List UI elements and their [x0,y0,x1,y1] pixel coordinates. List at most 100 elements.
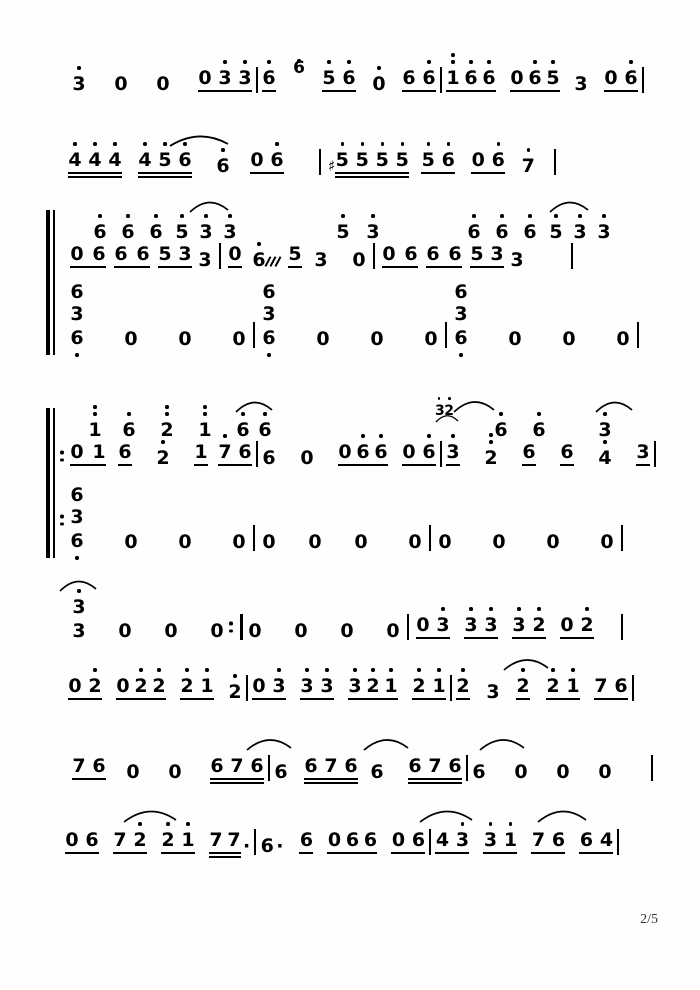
tremolo-icon [264,254,282,270]
rest: 0 [327,829,342,851]
beam-group: 6 [299,831,314,856]
note: 3 [464,607,478,635]
note: 4 [88,142,102,170]
sub-beam: 6 6 [356,434,388,466]
note: 5 [335,142,349,170]
note: 3 [218,60,232,88]
rest: 0 [232,328,246,350]
beam-group: 1 6 6 [446,53,496,94]
beam-group: 6 [118,443,132,468]
note: 6 [472,761,486,783]
note: 7 [72,755,86,777]
chord-stack: 6 3 6 [70,283,84,357]
bar-line [253,322,255,348]
rest: 0 [492,531,506,553]
note: 6 [363,829,378,851]
note: 3 [486,681,500,703]
beam-group: 2 1 [412,668,446,702]
note: 2 [180,668,194,696]
beam-group: 0 6 [402,434,436,468]
note: 6 [422,60,436,88]
bar-line [429,829,432,855]
beam-group: 3 1 [483,822,518,856]
note: 3 [198,249,212,271]
note: 2 [133,822,147,850]
bar-line [256,441,258,467]
beam-group: 5 3 [158,245,192,270]
rest: 0 [308,531,322,553]
sub-beam: 6 6 [464,60,496,92]
rest: 0 [382,243,396,265]
note: 7 [227,829,241,851]
note: 6 [85,829,99,851]
bar-line [254,829,257,855]
note: 6 [216,148,230,176]
beam-group: 7 2 [113,822,147,856]
bar-line [407,614,409,640]
note: 6 [441,142,455,170]
rest: 0 [316,328,330,350]
bar-line [445,322,447,348]
rest: 0 [294,620,308,642]
note: 1 [194,441,208,463]
note: 6 [210,755,224,777]
grace-note: 32 [435,397,454,418]
note: 1 [200,668,214,696]
note: 1 [92,441,106,463]
rest: 0 [408,531,422,553]
note: 2 [546,668,560,696]
rest: 0 [126,761,140,783]
rest: 0 [252,675,266,697]
system-bracket-repeat-start [46,408,60,558]
note: 5 [421,142,435,170]
note: 2 [484,433,498,468]
note: 6 [491,142,505,170]
bar-line [440,441,442,467]
rest: 0 [124,531,138,553]
note: 3 [484,607,498,635]
note: 4 [68,142,82,170]
rest: 0 [508,328,522,350]
note: 3 [314,249,328,271]
beam-group: 1 [194,443,208,468]
beam-group: 0 3 [252,668,286,702]
sub-beam: 6 5 [528,60,560,92]
beam-group: 0 3 [416,607,450,641]
rest: 0 [424,328,438,350]
beam-group: 7 6 [594,677,628,702]
note: 6 [252,242,266,270]
rest: 0 [70,441,84,463]
beam-group: 3 3 [464,607,498,641]
note: 3 [483,822,497,850]
note: 6 [482,60,496,88]
beam-group: 0 1 [70,443,106,468]
note: 6 [250,755,264,777]
beam-group: 4 5 6 [138,142,192,178]
note: 3 [238,60,252,88]
bar-line [253,525,255,551]
note: 5 [322,60,336,88]
rest: 0 [178,328,192,350]
note: 6 [579,829,594,851]
note: 4 [435,829,450,851]
beam-group: 6 4 [579,829,614,856]
beam-group: 0 [228,245,242,270]
note: 2 [456,668,470,696]
note: 1 [566,668,580,696]
note: 6 [454,329,468,357]
beam-group: 4 3 [435,822,470,856]
bar-line [268,755,270,781]
note: 6 [464,60,478,88]
note: 3 [446,434,460,462]
beam-group: 5 6 [322,60,356,94]
note: 7 [428,755,442,777]
note: 2 [580,607,594,635]
note: 2 [366,668,380,696]
rest: 0 [68,675,82,697]
note: 6 [551,829,566,851]
beam-group: 2 1 [546,668,580,702]
beam-group: 3 2 1 [348,668,398,702]
beam-group: 0 6 [382,245,418,270]
rest: 0 [391,829,406,851]
bar-line [642,67,644,93]
